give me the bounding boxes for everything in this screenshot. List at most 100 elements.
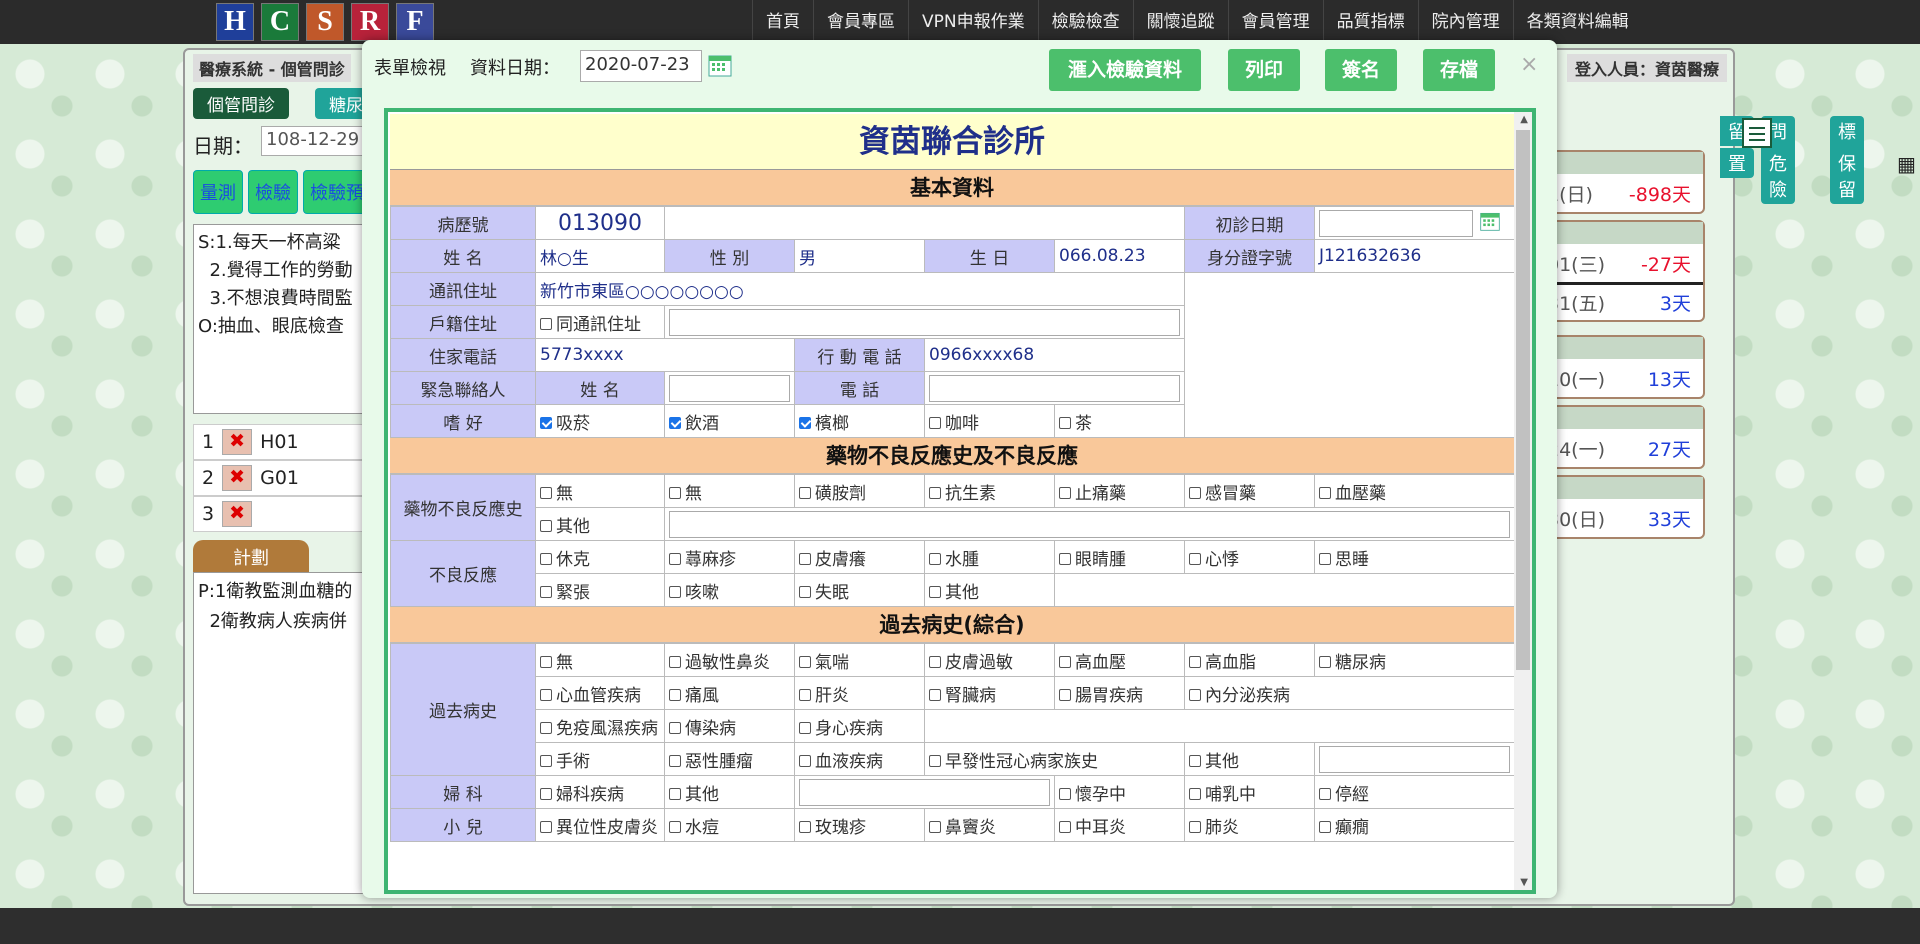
checkbox[interactable]: [929, 655, 941, 668]
logo-f-icon[interactable]: F: [396, 3, 434, 41]
checkbox[interactable]: [540, 655, 552, 668]
checkbox[interactable]: [929, 585, 941, 598]
tab-plan[interactable]: 計劃: [193, 540, 309, 574]
nav-item[interactable]: 會員專區: [813, 0, 908, 44]
checkbox[interactable]: [669, 721, 681, 734]
tab-case-consult[interactable]: 個管問診: [193, 88, 289, 119]
checkbox[interactable]: [799, 552, 811, 565]
scroll-thumb[interactable]: [1516, 130, 1530, 670]
lab-button[interactable]: 檢驗: [248, 170, 298, 214]
checkbox[interactable]: [799, 585, 811, 598]
checkbox[interactable]: [1059, 688, 1071, 701]
checkbox[interactable]: [799, 688, 811, 701]
checkbox[interactable]: [540, 787, 552, 800]
scroll-down-icon[interactable]: ▼: [1520, 877, 1528, 888]
same-address-checkbox[interactable]: [540, 317, 552, 330]
checkbox[interactable]: [540, 519, 552, 532]
checkbox[interactable]: [929, 820, 941, 833]
plan-notes[interactable]: P:1衛教監測血糖的 2衛教病人疾病併: [193, 572, 373, 894]
checkbox[interactable]: [1319, 820, 1331, 833]
checkbox[interactable]: [799, 416, 811, 429]
checkbox[interactable]: [799, 655, 811, 668]
em-name-input[interactable]: [669, 374, 790, 402]
reminder-card[interactable]: 24(一) 27天: [1545, 405, 1705, 469]
nav-item[interactable]: 品質指標: [1322, 0, 1418, 44]
checkbox[interactable]: [1189, 486, 1201, 499]
data-date-input[interactable]: 2020-07-23: [580, 50, 702, 82]
checkbox[interactable]: [1189, 655, 1201, 668]
checkbox[interactable]: [669, 688, 681, 701]
checkbox[interactable]: [1319, 655, 1331, 668]
reserve-button[interactable]: 保留: [1830, 148, 1864, 204]
close-icon[interactable]: ×: [1520, 52, 1538, 77]
checkbox[interactable]: [799, 721, 811, 734]
checkbox[interactable]: [1059, 655, 1071, 668]
delete-icon[interactable]: ✖: [222, 501, 253, 527]
checkbox[interactable]: [1189, 787, 1201, 800]
checkbox[interactable]: [1059, 552, 1071, 565]
checkbox[interactable]: [1319, 486, 1331, 499]
checkbox[interactable]: [669, 486, 681, 499]
checkbox[interactable]: [1059, 787, 1071, 800]
logo-h-icon[interactable]: H: [216, 3, 254, 41]
import-lab-button[interactable]: 滙入檢驗資料: [1049, 49, 1201, 91]
other-input[interactable]: [1319, 745, 1510, 773]
checkbox[interactable]: [669, 754, 681, 767]
checkbox[interactable]: [669, 416, 681, 429]
household-input[interactable]: [669, 308, 1180, 336]
nav-item[interactable]: 首頁: [752, 0, 813, 44]
scrollbar[interactable]: ▲ ▼: [1514, 112, 1532, 890]
delete-icon[interactable]: ✖: [222, 465, 253, 491]
nav-item[interactable]: 各類資料編輯: [1512, 0, 1642, 44]
checkbox[interactable]: [1189, 552, 1201, 565]
checkbox[interactable]: [540, 585, 552, 598]
menu-icon[interactable]: [1742, 118, 1772, 148]
reminder-card[interactable]: 10(一) 13天: [1545, 335, 1705, 399]
checkbox[interactable]: [929, 416, 941, 429]
measure-button[interactable]: 量測: [193, 170, 243, 214]
checkbox[interactable]: [1189, 820, 1201, 833]
checkbox[interactable]: [540, 688, 552, 701]
calendar-icon[interactable]: [707, 52, 733, 78]
checkbox[interactable]: [799, 486, 811, 499]
checkbox[interactable]: [1319, 787, 1331, 800]
checkbox[interactable]: [669, 655, 681, 668]
checkbox[interactable]: [540, 416, 552, 429]
soap-notes[interactable]: S:1.每天一杯高粱 2.覺得工作的勞動 3.不想浪費時間監 O:抽血、眼底檢查: [193, 224, 373, 414]
scroll-up-icon[interactable]: ▲: [1520, 114, 1528, 125]
logo-c-icon[interactable]: C: [261, 3, 299, 41]
checkbox[interactable]: [1059, 486, 1071, 499]
checkbox[interactable]: [540, 754, 552, 767]
reminder-card[interactable]: 30(日) 33天: [1545, 475, 1705, 539]
reminder-card[interactable]: 1(日) -898天: [1545, 150, 1705, 214]
delete-icon[interactable]: ✖: [222, 429, 253, 455]
checkbox[interactable]: [799, 754, 811, 767]
checkbox[interactable]: [540, 486, 552, 499]
sign-button[interactable]: 簽名: [1325, 49, 1397, 91]
checkbox[interactable]: [669, 820, 681, 833]
nav-item[interactable]: 檢驗檢查: [1037, 0, 1133, 44]
checkbox[interactable]: [1319, 552, 1331, 565]
grid-icon[interactable]: ▦: [1897, 152, 1916, 176]
checkbox[interactable]: [929, 754, 941, 767]
em-phone-input[interactable]: [929, 374, 1180, 402]
print-button[interactable]: 列印: [1228, 49, 1300, 91]
nav-item[interactable]: VPN申報作業: [908, 0, 1038, 44]
nav-item[interactable]: 關懷追蹤: [1132, 0, 1228, 44]
right-button[interactable]: 置: [1720, 148, 1754, 178]
checkbox[interactable]: [540, 721, 552, 734]
checkbox[interactable]: [929, 688, 941, 701]
checkbox[interactable]: [669, 585, 681, 598]
drug-other-input[interactable]: [669, 510, 1510, 538]
logo-s-icon[interactable]: S: [306, 3, 344, 41]
checkbox[interactable]: [1189, 688, 1201, 701]
logo-r-icon[interactable]: R: [351, 3, 389, 41]
first-visit-input[interactable]: [1319, 209, 1473, 237]
checkbox[interactable]: [1059, 820, 1071, 833]
checkbox[interactable]: [1059, 416, 1071, 429]
checkbox[interactable]: [799, 820, 811, 833]
checkbox[interactable]: [929, 486, 941, 499]
save-button[interactable]: 存檔: [1423, 49, 1495, 91]
reminder-card[interactable]: 01(三) -27天 31(五) 3天: [1545, 220, 1705, 322]
checkbox[interactable]: [1189, 754, 1201, 767]
